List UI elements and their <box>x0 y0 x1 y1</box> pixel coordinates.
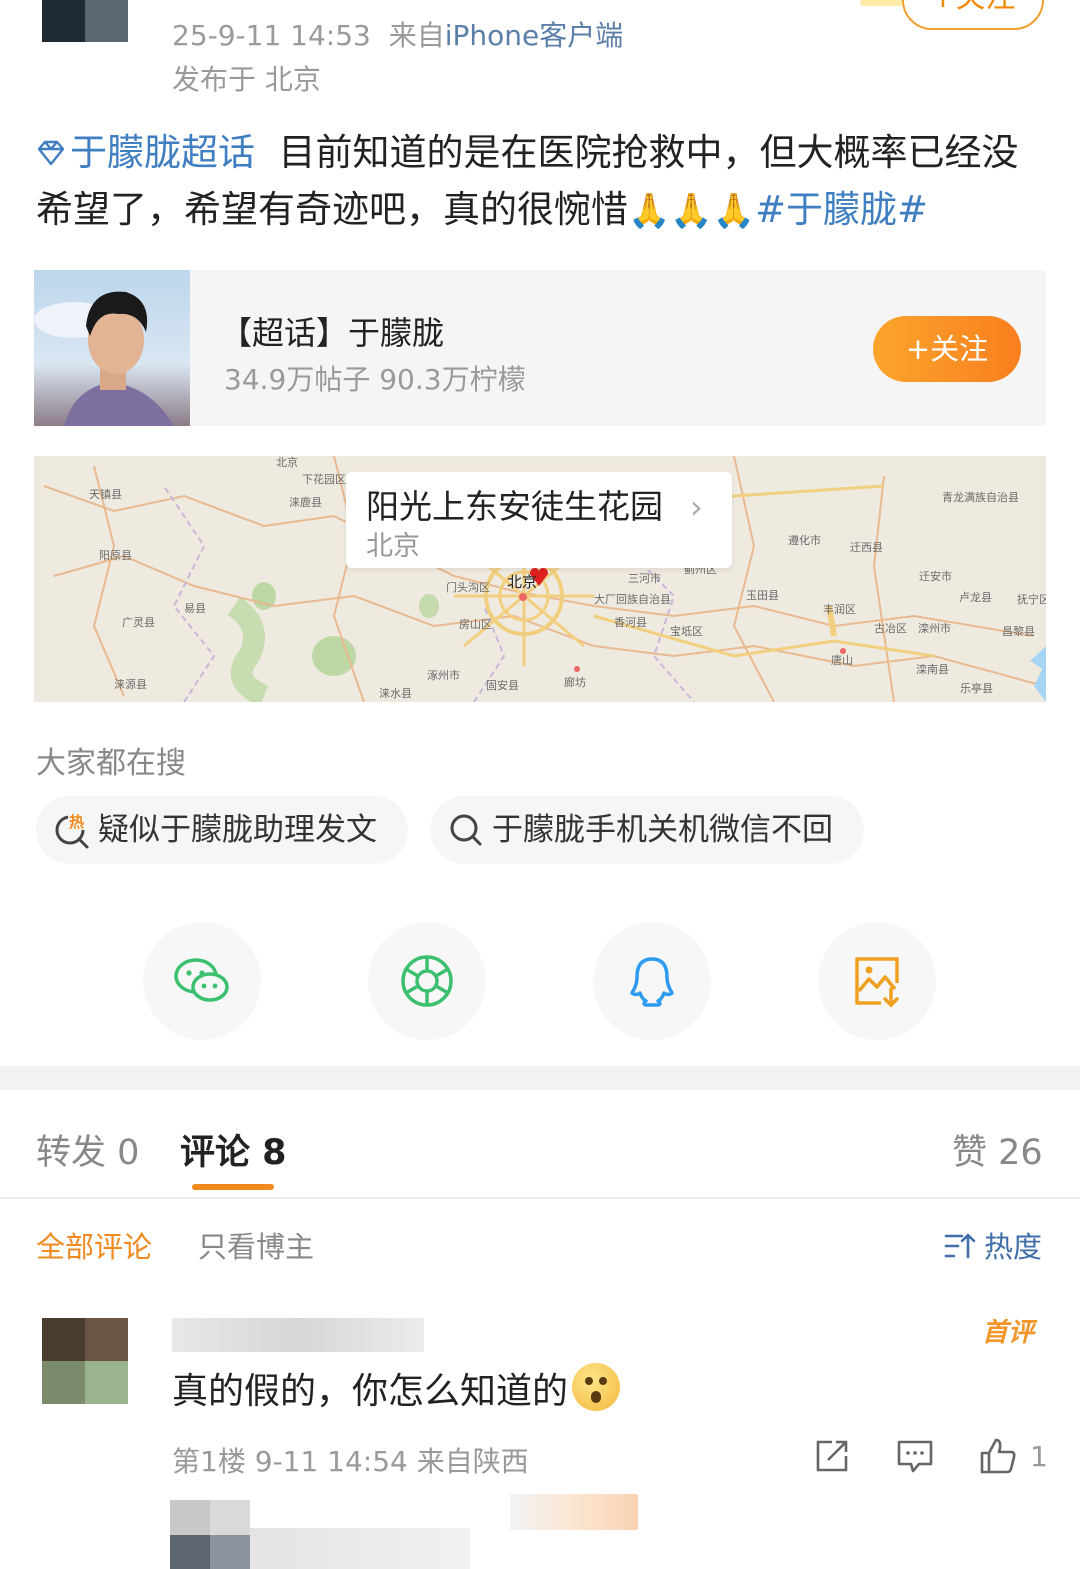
praying-hands-icon: 🙏 <box>712 191 756 231</box>
repost-comment-icon[interactable] <box>812 1436 852 1476</box>
next-comment-badge <box>510 1494 638 1530</box>
map-town-label: 易县 <box>184 602 206 615</box>
tab-likes[interactable]: 赞 26 <box>952 1124 1043 1175</box>
sort-label: 热度 <box>984 1230 1043 1264</box>
save-image-icon <box>855 957 899 1008</box>
astonished-face-icon <box>572 1363 621 1411</box>
hot-search-icon: 热 <box>55 812 89 849</box>
comment-text: 真的假的，你怎么知道的 <box>172 1362 621 1414</box>
post-timestamp: 25-9-11 14:53 <box>172 19 371 52</box>
map-town-label: 古冶区 <box>874 621 907 635</box>
next-comment-preview <box>250 1528 470 1569</box>
map-town-label: 涿州市 <box>427 668 460 682</box>
map-town-label: 抚宁区 <box>1017 592 1046 606</box>
map-place-name: 阳光上东安徒生花园 <box>366 487 663 526</box>
super-topic-stats: 34.9万帖子 90.3万柠檬 <box>224 363 526 396</box>
next-commenter-avatar[interactable] <box>170 1500 250 1569</box>
post-body: 于朦胧超话 目前知道的是在医院抢救中，但大概率已经没希望了，希望有奇迹吧，真的很… <box>36 124 1046 240</box>
map-town-label: 天镇县 <box>89 487 122 501</box>
map-town-label: 广灵县 <box>122 616 155 629</box>
author-avatar[interactable] <box>42 0 128 42</box>
moments-icon <box>401 955 453 1007</box>
map-town-label: 滦州市 <box>918 621 951 635</box>
share-wechat-button[interactable] <box>143 922 261 1040</box>
map-town-label: 门头沟区 <box>446 580 490 594</box>
filter-author-only[interactable]: 只看博主 <box>198 1224 314 1266</box>
map-town-label: 北京 <box>507 574 537 591</box>
hot-badge: 热 <box>69 813 84 831</box>
map-town-label: 迁西县 <box>850 541 883 554</box>
super-topic-thumbnail <box>34 270 190 426</box>
trending-search-chip[interactable]: 于朦胧手机关机微信不回 <box>430 796 864 864</box>
map-location-card[interactable]: 阳光上东安徒生花园 北京 › <box>346 472 732 568</box>
map-town-label: 涞水县 <box>379 687 412 700</box>
tab-repost[interactable]: 转发 0 <box>36 1124 139 1175</box>
map-town-label: 三河市 <box>628 571 661 585</box>
active-tab-indicator <box>192 1184 274 1190</box>
first-comment-badge: 首评 <box>982 1318 1035 1348</box>
search-icon <box>450 814 482 846</box>
header-decoration <box>860 0 904 6</box>
map-town-label: 卢龙县 <box>959 591 992 604</box>
map-town-label: 玉田县 <box>746 589 779 602</box>
post-location: 发布于 北京 <box>172 63 321 96</box>
post-source-prefix: 来自 <box>388 19 445 52</box>
post-source[interactable]: iPhone客户端 <box>445 19 624 52</box>
map-city-name: 北京 <box>366 531 420 562</box>
map-town-label: 宝坻区 <box>670 624 703 638</box>
map-town-label: 香河县 <box>614 616 647 629</box>
diamond-icon <box>37 140 65 166</box>
thumbs-up-icon[interactable] <box>978 1436 1018 1476</box>
map-town-label: 北京 <box>276 456 298 469</box>
commenter-avatar[interactable] <box>42 1318 128 1404</box>
trending-search-chip-label: 疑似于朦胧助理发文 <box>98 812 377 848</box>
tab-divider <box>0 1197 1080 1199</box>
map-town-label: 唐山 <box>831 653 853 667</box>
share-moments-button[interactable] <box>368 922 486 1040</box>
sort-button[interactable]: 热度 <box>944 1224 1042 1266</box>
map-town-label: 迁安市 <box>919 569 952 583</box>
map-town-label: 涞鹿县 <box>289 495 322 509</box>
map-town-label: 涞源县 <box>114 677 147 691</box>
map-town-label: 房山区 <box>459 618 492 631</box>
sort-icon <box>944 1233 976 1259</box>
super-topic-follow-button[interactable]: +关注 <box>873 316 1021 382</box>
share-qq-button[interactable] <box>593 922 711 1040</box>
header-follow-button[interactable]: +关注 <box>902 0 1044 30</box>
map-town-label: 大厂回族自治县 <box>594 592 671 606</box>
chevron-right-icon: › <box>690 488 703 526</box>
map-town-label: 滦南县 <box>916 662 949 676</box>
map-town-label: 固安县 <box>486 678 519 692</box>
wechat-icon <box>174 958 229 1002</box>
comment-meta: 第1楼 9-11 14:54 来自陕西 <box>172 1445 529 1478</box>
tab-comments[interactable]: 评论 8 <box>180 1124 287 1175</box>
map-town-label: 下花园区 <box>302 473 346 486</box>
section-divider <box>0 1066 1080 1090</box>
praying-hands-icon: 🙏 <box>628 191 671 231</box>
map-town-label: 廊坊 <box>564 675 586 689</box>
save-image-button[interactable] <box>818 922 936 1040</box>
trending-search-title: 大家都在搜 <box>36 746 186 781</box>
post-meta: 25-9-11 14:53 来自iPhone客户端 <box>172 14 623 54</box>
hashtag-link[interactable]: #于朦胧# <box>755 188 928 231</box>
trending-search-chip-label: 于朦胧手机关机微信不回 <box>492 812 833 848</box>
map-town-label: 昌黎县 <box>1002 624 1035 638</box>
map-town-label: 乐亭县 <box>960 681 993 695</box>
commenter-name[interactable] <box>172 1318 424 1352</box>
map-town-label: 阳原县 <box>99 549 132 562</box>
map-town-label: 丰润区 <box>823 602 856 616</box>
super-topic-card[interactable]: 【超话】于朦胧 34.9万帖子 90.3万柠檬 +关注 <box>34 270 1046 426</box>
comment-like-count: 1 <box>1030 1440 1048 1473</box>
super-topic-link[interactable]: 于朦胧超话 <box>36 131 255 174</box>
super-topic-title: 【超话】于朦胧 <box>220 314 445 352</box>
location-map[interactable]: 北京 北京 门头沟区 房山区 涿州市 固安县 廊坊 三河市 香河县 宝坻区 玉田… <box>34 456 1046 702</box>
qq-icon <box>630 957 674 1007</box>
map-town-label: 遵化市 <box>788 533 821 547</box>
filter-all-comments[interactable]: 全部评论 <box>36 1224 152 1266</box>
map-town-label: 青龙满族自治县 <box>942 490 1019 504</box>
reply-comment-icon[interactable] <box>895 1436 935 1476</box>
praying-hands-icon: 🙏 <box>670 191 713 231</box>
trending-search-chip[interactable]: 热 疑似于朦胧助理发文 <box>36 796 408 864</box>
comment-text-body: 真的假的，你怎么知道的 <box>172 1371 569 1412</box>
